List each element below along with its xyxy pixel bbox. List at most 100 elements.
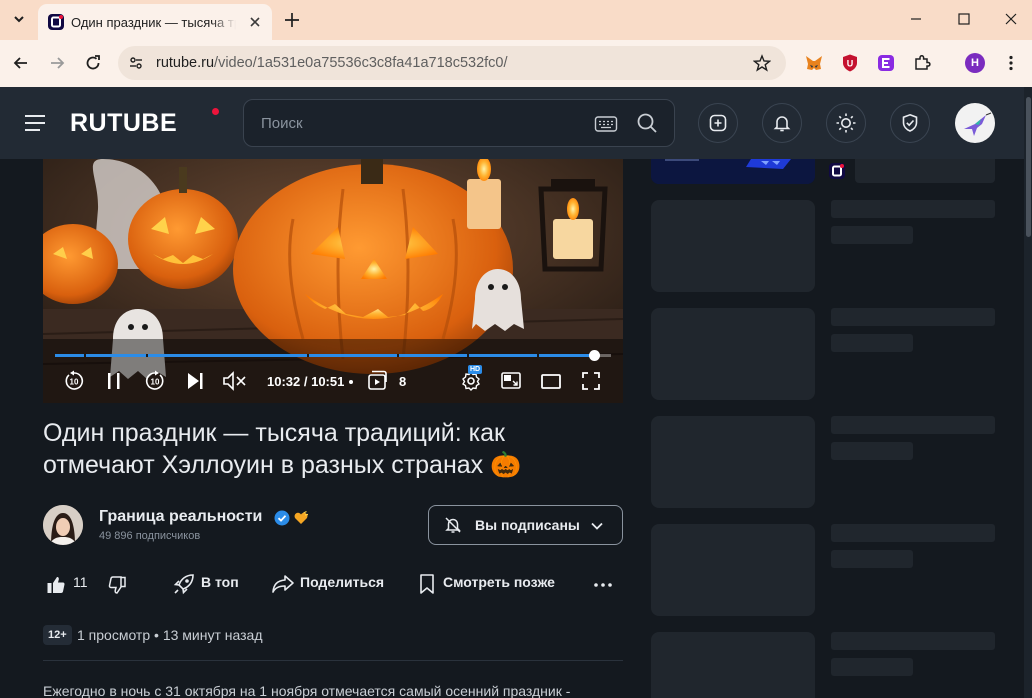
metamask-extension-icon[interactable] — [804, 53, 824, 73]
notifications-button[interactable] — [762, 103, 802, 143]
site-settings-icon[interactable] — [128, 55, 144, 71]
add-video-icon — [709, 114, 727, 132]
bookmark-star-icon[interactable] — [753, 54, 771, 72]
skeleton-line — [831, 658, 913, 676]
back-icon[interactable] — [11, 53, 31, 73]
heart-badge-icon — [293, 510, 309, 526]
forward-10-button[interactable]: 10 — [144, 370, 166, 392]
like-button[interactable] — [46, 575, 66, 595]
quality-settings-button[interactable]: HD — [460, 365, 484, 392]
skip-next-icon — [188, 373, 203, 389]
hamburger-menu-icon[interactable] — [24, 112, 46, 134]
publish-time: 13 минут назад — [162, 627, 263, 643]
shield-check-icon — [902, 113, 918, 132]
scrollbar-thumb[interactable] — [1025, 97, 1031, 237]
reload-icon[interactable] — [83, 53, 103, 73]
site-header: RUTUBE Поиск — [0, 87, 1024, 159]
skeleton-thumbnail — [651, 308, 815, 400]
svg-text:10: 10 — [151, 378, 160, 387]
tab-close-icon[interactable] — [247, 14, 263, 30]
theater-mode-icon — [541, 374, 561, 389]
share-label[interactable]: Поделиться — [300, 574, 384, 590]
skeleton-line — [831, 226, 913, 244]
playlist-icon — [368, 370, 387, 390]
recommendation-thumbnail[interactable] — [651, 159, 815, 184]
mute-button[interactable] — [222, 370, 248, 392]
search-box[interactable]: Поиск — [243, 99, 675, 147]
bell-icon — [773, 116, 791, 132]
pause-button[interactable] — [104, 371, 124, 391]
tab-search-button[interactable] — [8, 8, 30, 30]
user-avatar[interactable] — [955, 103, 995, 143]
minimize-icon[interactable] — [908, 11, 924, 27]
extensions-puzzle-icon[interactable] — [912, 53, 932, 73]
share-button[interactable] — [271, 573, 295, 595]
fullscreen-button[interactable] — [581, 371, 601, 391]
subscribe-button[interactable]: Вы подписаны — [428, 505, 623, 545]
maximize-icon[interactable] — [956, 11, 972, 27]
extension-e-icon[interactable] — [876, 53, 896, 73]
ublock-extension-icon[interactable]: U — [840, 53, 860, 73]
next-video-button[interactable] — [185, 371, 205, 391]
chapter-divider — [537, 354, 539, 357]
skeleton-line — [831, 416, 995, 434]
rewind-10-button[interactable]: 10 — [63, 370, 85, 392]
logo-dot — [212, 108, 219, 115]
theater-mode-button[interactable] — [540, 371, 562, 391]
page-content: 10 10 10:32 / 10:51 8 HD Один праздник —… — [0, 159, 1024, 698]
theme-toggle-button[interactable] — [826, 103, 866, 143]
skeleton-line — [831, 200, 995, 218]
sun-icon — [836, 113, 856, 133]
thumbs-up-icon — [47, 577, 65, 593]
subscribe-label: Вы подписаны — [475, 517, 580, 533]
page-scrollbar[interactable] — [1024, 87, 1032, 698]
like-count: 11 — [73, 574, 88, 590]
thumbnail-image — [651, 159, 815, 184]
boost-label[interactable]: В топ — [201, 574, 239, 590]
address-bar[interactable]: rutube.ru/video/1a531e0a75536c3c8fa41a71… — [118, 46, 786, 80]
upload-button[interactable] — [698, 103, 738, 143]
window-close-icon[interactable] — [1003, 11, 1019, 27]
episodes-button[interactable] — [366, 369, 388, 391]
progress-track[interactable] — [55, 350, 611, 361]
browser-toolbar: rutube.ru/video/1a531e0a75536c3c8fa41a71… — [0, 40, 1032, 87]
search-icon[interactable] — [636, 112, 658, 134]
skeleton-thumbnail — [651, 524, 815, 616]
url-domain: rutube.ru — [156, 55, 215, 71]
chevron-down-icon — [589, 518, 605, 534]
pip-button[interactable] — [500, 371, 522, 391]
channel-avatar-image — [43, 505, 83, 545]
tab-title: Один праздник — тысяча трад — [71, 15, 236, 30]
channel-name-text: Граница реальности — [99, 508, 263, 525]
skeleton-line — [831, 632, 995, 650]
forward-icon[interactable] — [47, 53, 67, 73]
video-title: Один праздник — тысяча традиций: как отм… — [43, 419, 522, 479]
channel-name[interactable]: Граница реальности — [99, 508, 262, 526]
profile-avatar[interactable]: H — [965, 53, 985, 73]
watch-later-label[interactable]: Смотреть позже — [443, 574, 555, 590]
keyboard-icon[interactable] — [594, 114, 618, 134]
share-arrow-icon — [272, 575, 294, 593]
rewind-10-icon: 10 — [65, 370, 84, 390]
episodes-count: 8 — [399, 374, 407, 389]
browser-tab-active[interactable]: Один праздник — тысяча трад — [38, 4, 272, 40]
channel-avatar[interactable] — [43, 505, 83, 545]
chapter-divider — [84, 354, 86, 357]
verified-badge-icon — [274, 510, 290, 526]
boost-button[interactable] — [173, 573, 195, 595]
bullet-separator — [349, 380, 353, 384]
progress-knob[interactable] — [588, 350, 600, 361]
safety-button[interactable] — [890, 103, 930, 143]
more-horizontal-icon — [594, 583, 612, 587]
dislike-button[interactable] — [107, 575, 127, 595]
rutube-logo[interactable]: RUTUBE — [70, 108, 219, 139]
subscriber-count: 49 896 подписчиков — [99, 530, 201, 542]
url-text: rutube.ru/video/1a531e0a75536c3c8fa41a71… — [156, 55, 508, 71]
watch-later-button[interactable] — [418, 573, 436, 595]
more-actions-button[interactable] — [592, 575, 614, 595]
video-player[interactable]: 10 10 10:32 / 10:51 8 HD — [43, 159, 623, 403]
bookmark-icon — [420, 574, 434, 594]
browser-menu-icon[interactable] — [1001, 53, 1021, 73]
new-tab-icon[interactable] — [282, 10, 302, 30]
view-count: 1 просмотр — [77, 627, 151, 643]
